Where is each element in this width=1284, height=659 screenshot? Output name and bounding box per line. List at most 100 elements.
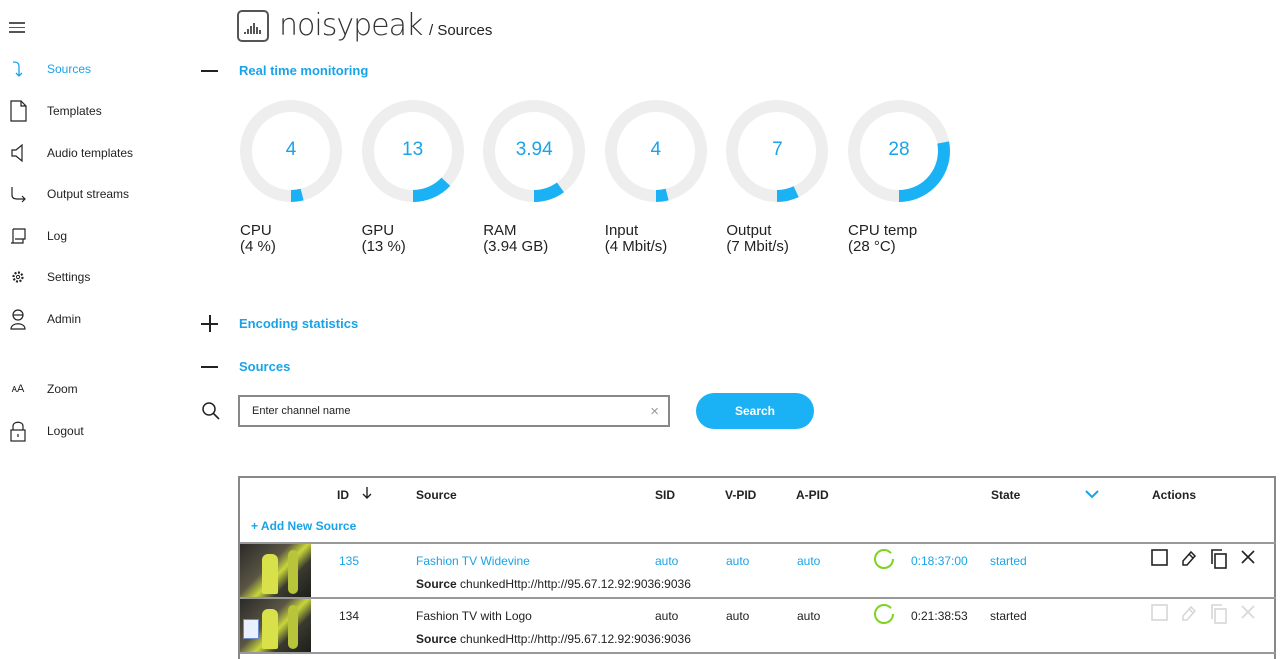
gauge-metric-name: Input	[604, 222, 639, 239]
collapse-sources-button[interactable]	[201, 358, 219, 376]
logo-overlay-icon	[243, 619, 259, 639]
chevron-down-icon[interactable]	[1085, 488, 1099, 502]
delete-button[interactable]	[1240, 604, 1260, 624]
edit-button[interactable]	[1180, 549, 1200, 569]
sidebar-item-label: Logout	[47, 424, 84, 438]
sidebar-item-sources[interactable]: Sources	[0, 54, 190, 84]
cell-uptime: 0:21:38:53	[911, 609, 968, 623]
sidebar-item-label: Sources	[47, 62, 92, 76]
sources-table: ID Source SID V-PID A-PID State Actions …	[238, 476, 1276, 659]
sidebar-item-label: Output streams	[47, 187, 130, 201]
gauge-metric-detail: (13 %)	[361, 238, 406, 255]
table-row[interactable]: 134 Fashion TV with Logo auto auto auto 0:21:…	[240, 597, 1276, 652]
column-header-source[interactable]: Source	[416, 488, 457, 502]
gauge-value: 4	[285, 139, 297, 160]
sidebar-item-audio-templates[interactable]: Audio templates	[0, 138, 190, 168]
gauge-metric-detail: (4 Mbit/s)	[604, 238, 668, 255]
sidebar-item-output-streams[interactable]: Output streams	[0, 179, 190, 209]
search-icon	[201, 401, 221, 421]
cell-id[interactable]: 134	[339, 609, 359, 623]
status-spinner-icon	[873, 603, 895, 625]
gauge-metric-detail: (7 Mbit/s)	[726, 238, 789, 255]
source-thumbnail[interactable]	[240, 599, 311, 652]
cell-apid: auto	[797, 554, 821, 568]
cell-vpid: auto	[726, 554, 750, 568]
gauge-label: GPU (13 %)	[362, 223, 406, 255]
sidebar-item-settings[interactable]: Settings	[0, 262, 190, 292]
gauge-value: 28	[888, 139, 910, 160]
column-header-id[interactable]: ID	[337, 488, 349, 502]
expand-encoding-button[interactable]	[201, 315, 219, 333]
sort-down-icon[interactable]	[362, 486, 372, 503]
sidebar-item-label: Settings	[47, 270, 91, 284]
gauge-value: 4	[650, 139, 662, 160]
arrow-right-down-icon	[8, 183, 28, 205]
gauge-label: Output (7 Mbit/s)	[726, 223, 789, 255]
menu-toggle-icon[interactable]	[9, 22, 25, 34]
section-title-encoding: Encoding statistics	[239, 316, 359, 331]
source-label: Source	[416, 632, 457, 646]
gauge-value: 7	[772, 139, 783, 160]
thumbnail-figure	[288, 605, 298, 649]
thumbnail-figure	[262, 609, 278, 649]
add-new-source-link[interactable]: + Add New Source	[251, 519, 356, 533]
sidebar-item-zoom[interactable]: ᴀA Zoom	[0, 374, 190, 404]
stop-button[interactable]	[1151, 604, 1171, 624]
clear-search-icon[interactable]: ×	[650, 403, 659, 420]
cell-source-name[interactable]: Fashion TV with Logo	[416, 609, 532, 623]
source-url: chunkedHttp://http://95.67.12.92:9036:90…	[460, 577, 691, 591]
brand-name: noisypeak	[279, 8, 423, 43]
gauge-ram: 3.94 RAM (3.94 GB)	[482, 99, 588, 255]
sidebar-item-label: Admin	[47, 312, 82, 326]
brand-logo[interactable]: noisypeak	[237, 8, 423, 43]
column-header-apid[interactable]: A-PID	[796, 488, 829, 502]
breadcrumb: / Sources	[429, 22, 493, 39]
sidebar-item-templates[interactable]: Templates	[0, 96, 190, 126]
search-button[interactable]: Search	[696, 393, 814, 429]
column-header-sid[interactable]: SID	[655, 488, 675, 502]
search-input[interactable]	[252, 397, 642, 425]
sidebar-item-admin[interactable]: Admin	[0, 304, 190, 334]
user-icon	[8, 308, 28, 330]
gauge-metric-detail: (3.94 GB)	[483, 238, 549, 255]
duplicate-button[interactable]	[1210, 549, 1230, 569]
column-header-vpid[interactable]: V-PID	[725, 488, 756, 502]
gauge-gpu: 13 GPU (13 %)	[361, 99, 467, 255]
column-header-state[interactable]: State	[991, 488, 1020, 502]
stop-button[interactable]	[1151, 549, 1171, 569]
cell-apid: auto	[797, 609, 821, 623]
edit-button[interactable]	[1180, 604, 1200, 624]
section-title-realtime: Real time monitoring	[239, 63, 369, 78]
status-spinner-icon	[873, 548, 895, 570]
table-row[interactable]: 135 Fashion TV Widevine auto auto auto 0:18:3…	[240, 542, 1276, 597]
gauge-value: 3.94	[515, 139, 553, 160]
cell-sid: auto	[655, 554, 679, 568]
cell-state: started	[990, 554, 1027, 568]
sidebar-item-label: Templates	[47, 104, 102, 118]
cell-id[interactable]: 135	[339, 554, 359, 568]
cell-source-url: Source chunkedHttp://http://95.67.12.92:…	[416, 577, 691, 591]
logo-icon	[237, 9, 269, 42]
section-title-sources: Sources	[239, 359, 291, 374]
document-icon	[8, 100, 28, 122]
source-url: chunkedHttp://http://95.67.12.92:9036:90…	[460, 632, 691, 646]
gauge-input: 4 Input (4 Mbit/s)	[604, 99, 710, 255]
sidebar-item-log[interactable]: Log	[0, 221, 190, 251]
delete-button[interactable]	[1240, 549, 1260, 569]
gauge-label: Input (4 Mbit/s)	[605, 223, 668, 255]
cell-uptime: 0:18:37:00	[911, 554, 968, 568]
source-thumbnail[interactable]	[240, 544, 311, 597]
text-size-icon: ᴀA	[11, 383, 25, 395]
table-row[interactable]	[240, 652, 1276, 659]
cell-source-url: Source chunkedHttp://http://95.67.12.92:…	[416, 632, 691, 646]
gauge-value: 13	[402, 139, 424, 160]
cell-source-name[interactable]: Fashion TV Widevine	[416, 554, 530, 568]
gauge-cpu: 4 CPU (4 %)	[239, 99, 345, 255]
sidebar-item-logout[interactable]: Logout	[0, 416, 190, 446]
gauge-label: CPU temp (28 °C)	[848, 223, 917, 255]
collapse-realtime-button[interactable]	[201, 62, 219, 80]
duplicate-button[interactable]	[1210, 604, 1230, 624]
speaker-icon	[8, 142, 28, 164]
gear-icon	[8, 266, 28, 288]
gauge-metric-name: RAM	[483, 222, 517, 239]
